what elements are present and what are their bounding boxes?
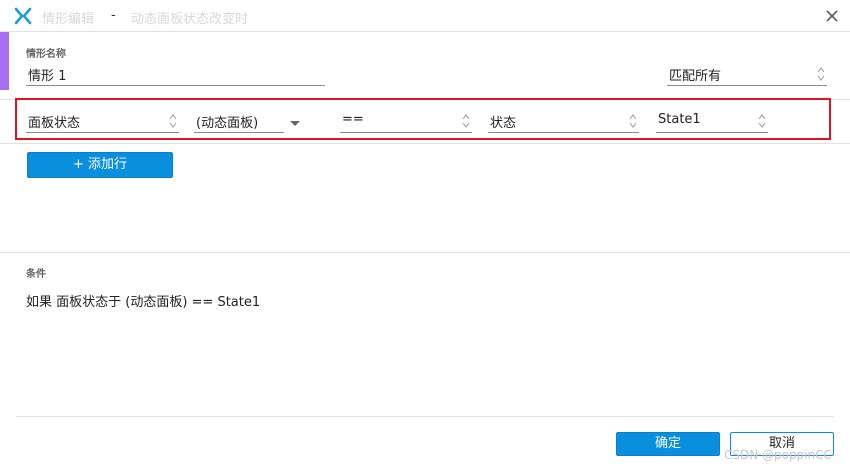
condition-label: 条件 — [26, 269, 46, 280]
close-icon[interactable] — [822, 6, 842, 26]
compare-value-value: State1 — [658, 112, 701, 127]
target-widget-value: (动态面板) — [196, 116, 259, 131]
compare-type-select[interactable]: 状态 — [488, 110, 639, 133]
spinner-arrows-icon — [758, 114, 766, 128]
add-row-button[interactable]: + 添加行 — [27, 152, 173, 178]
compare-value-select[interactable]: State1 — [656, 110, 768, 133]
title-bar: 情形编辑 - 动态面板状态改变时 — [0, 0, 850, 32]
condition-summary-text: 如果 面板状态于 (动态面板) == State1 — [26, 295, 261, 310]
axure-x-logo-icon — [14, 7, 32, 25]
compare-type-value: 状态 — [490, 116, 517, 131]
footer-divider — [16, 416, 834, 417]
spinner-arrows-icon — [629, 114, 637, 128]
target-type-select[interactable]: 面板状态 — [26, 110, 179, 133]
match-mode-value: 匹配所有 — [669, 69, 722, 84]
spinner-arrows-icon — [462, 114, 470, 128]
case-name-label: 情形名称 — [26, 49, 66, 60]
case-accent-bar — [0, 32, 9, 90]
match-mode-select[interactable]: 匹配所有 — [667, 63, 827, 86]
case-name-input[interactable] — [26, 63, 325, 86]
operator-select[interactable]: == — [340, 110, 472, 133]
operator-value: == — [342, 112, 364, 127]
ok-button[interactable]: 确定 — [616, 432, 720, 456]
target-widget-select[interactable]: (动态面板) — [194, 110, 284, 133]
title-separator: - — [111, 8, 116, 23]
section-divider — [0, 143, 850, 144]
window-title: 情形编辑 — [42, 12, 95, 27]
watermark-text: CSDN @poppinCC — [724, 448, 832, 462]
spinner-arrows-icon — [817, 67, 825, 81]
window-subtitle: 动态面板状态改变时 — [131, 12, 249, 27]
target-type-value: 面板状态 — [28, 116, 81, 131]
chevron-down-icon[interactable] — [290, 121, 300, 126]
spinner-arrows-icon — [169, 114, 177, 128]
section-divider — [0, 252, 850, 253]
